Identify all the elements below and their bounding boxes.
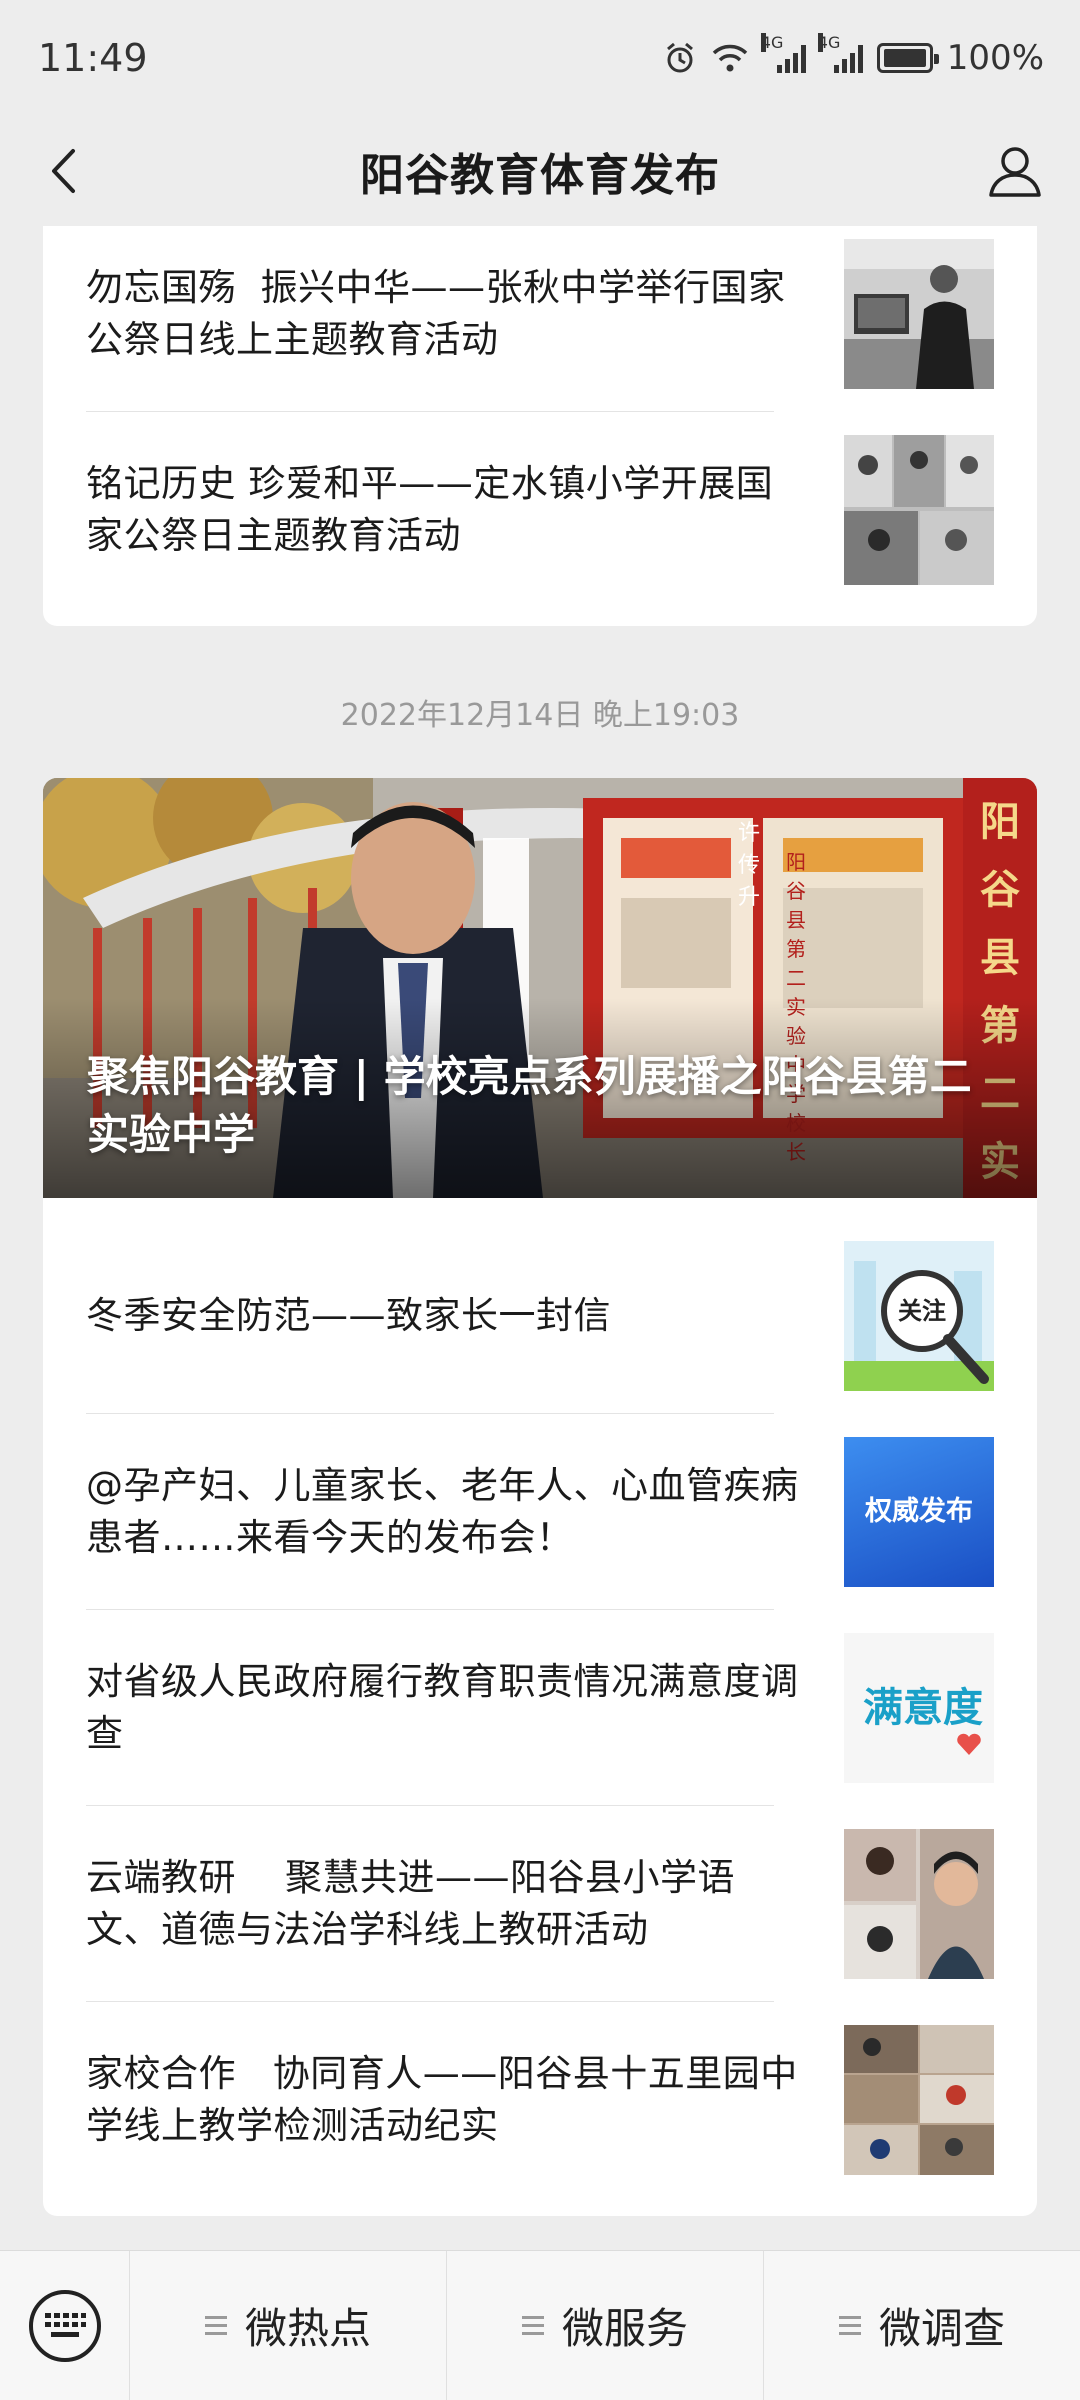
article-item[interactable]: 家校合作 协同育人——阳谷县十五里园中学线上教学检测活动纪实 [86,2002,994,2198]
name-plate: 许传升 [737,821,760,910]
article-title: 对省级人民政府履行教育职责情况满意度调查 [86,1660,799,1755]
back-button[interactable] [30,138,96,204]
user-icon [989,147,1041,197]
status-icons: 4G 4G 100% [663,33,1044,78]
thumbnail-label: 满意度 [863,1685,983,1731]
thumbnail-label: 权威发布 [865,1496,973,1527]
menu-icon [838,2316,861,2335]
menu-icon [204,2316,227,2335]
menu-icon [521,2316,544,2335]
article-title: 铭记历史 珍爱和平——定水镇小学开展国家公祭日主题教育活动 [86,462,774,557]
hero-title: 聚焦阳谷教育 | 学校亮点系列展播之阳谷县第二实验中学 [87,1052,972,1159]
keyboard-icon [28,2289,101,2362]
article-item[interactable]: 勿忘国殇 振兴中华——张秋中学举行国家公祭日线上主题教育活动 [86,226,994,412]
battery-icon [876,43,939,73]
article-thumbnail: 关注 [844,1241,994,1391]
chevron-left-icon [52,149,75,193]
article-title: @孕产妇、儿童家长、老年人、心血管疾病患者……来看今天的发布会！ [86,1464,799,1559]
menu-weifuwu[interactable]: 微服务 [446,2250,763,2400]
signal-icon-1: 4G [760,33,806,73]
battery-percent: 100% [946,38,1044,78]
article-thumbnail [844,239,994,389]
article-title: 云端教研 聚慧共进——阳谷县小学语文、道德与法治学科线上教研活动 [86,1856,736,1951]
bottom-menu-bar: 微热点 微服务 微调查 [0,2250,1080,2400]
menu-weidiaocha[interactable]: 微调查 [763,2250,1080,2400]
wifi-icon [712,44,748,72]
status-time: 11:49 [38,36,148,80]
menu-label: 微服务 [561,2304,688,2353]
article-thumbnail [844,435,994,585]
article-thumbnail: 满意度 [844,1633,994,1783]
article-title: 家校合作 协同育人——阳谷县十五里园中学线上教学检测活动纪实 [86,2052,798,2147]
article-thumbnail [844,1829,994,1979]
keyboard-toggle-button[interactable] [0,2250,130,2400]
thumbnail-label: 关注 [898,1297,946,1325]
alarm-icon [666,42,693,73]
message-feed[interactable]: 勿忘国殇 振兴中华——张秋中学举行国家公祭日线上主题教育活动 铭记历史 珍爱和平… [0,226,1080,2250]
article-item[interactable]: 铭记历史 珍爱和平——定水镇小学开展国家公祭日主题教育活动 [86,412,994,608]
nav-bar: 阳谷教育体育发布 [0,116,1080,226]
article-title: 冬季安全防范——致家长一封信 [86,1294,611,1337]
menu-label: 微调查 [878,2304,1005,2353]
menu-weiredian[interactable]: 微热点 [130,2251,446,2400]
article-title: 勿忘国殇 振兴中华——张秋中学举行国家公祭日线上主题教育活动 [86,266,786,361]
profile-button[interactable] [980,136,1050,206]
menu-label: 微热点 [244,2304,371,2353]
article-item[interactable]: 冬季安全防范——致家长一封信 关注 [86,1218,994,1414]
article-card: 勿忘国殇 振兴中华——张秋中学举行国家公祭日线上主题教育活动 铭记历史 珍爱和平… [43,226,1037,626]
hero-article[interactable]: 许传升 阳谷县第二实验中学校长 阳谷县第二实验 聚焦阳谷教育 | 学校亮点系列展… [43,778,1037,1198]
message-timestamp: 2022年12月14日 晚上19:03 [340,698,740,733]
article-item[interactable]: 云端教研 聚慧共进——阳谷县小学语文、道德与法治学科线上教研活动 [86,1806,994,2002]
article-thumbnail [844,2025,994,2175]
status-bar: 11:49 4G 4G 100% [0,0,1080,116]
signal-icon-2: 4G [817,33,863,73]
article-card: 许传升 阳谷县第二实验中学校长 阳谷县第二实验 聚焦阳谷教育 | 学校亮点系列展… [43,778,1037,2216]
article-item[interactable]: 对省级人民政府履行教育职责情况满意度调查 满意度 [86,1610,994,1806]
article-thumbnail: 权威发布 [844,1437,994,1587]
article-item[interactable]: @孕产妇、儿童家长、老年人、心血管疾病患者……来看今天的发布会！ 权威发布 [86,1414,994,1610]
page-title: 阳谷教育体育发布 [360,150,720,201]
